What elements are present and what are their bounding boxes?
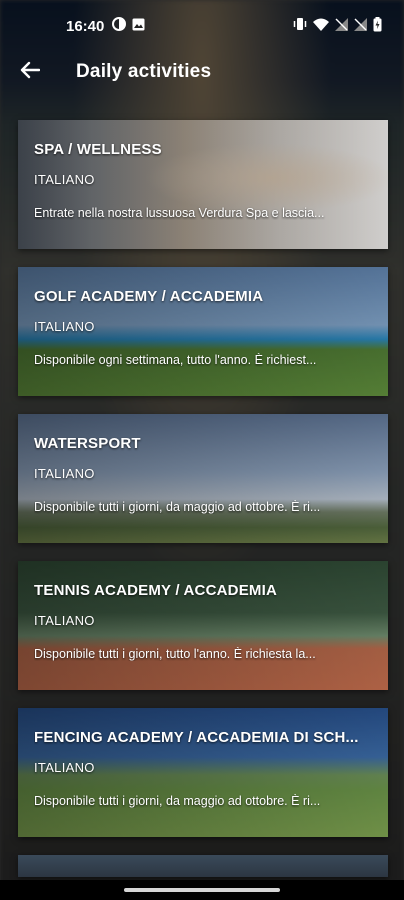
activity-image xyxy=(18,855,388,877)
activity-language: ITALIANO xyxy=(34,172,95,187)
image-icon xyxy=(132,18,145,35)
activity-description: Disponibile tutti i giorni, da maggio ad… xyxy=(34,500,321,514)
activity-description: Entrate nella nostra lussuosa Verdura Sp… xyxy=(34,206,325,220)
activity-title: SPA / WELLNESS xyxy=(34,141,162,158)
arrow-left-icon xyxy=(20,61,41,84)
half-circle-icon xyxy=(112,17,127,35)
activity-description: Disponibile tutti i giorni, da maggio ad… xyxy=(34,794,321,808)
activity-card-golf[interactable]: GOLF ACADEMY / ACCADEMIA ITALIANO Dispon… xyxy=(18,267,388,396)
activity-card-fencing[interactable]: FENCING ACADEMY / ACCADEMIA DI SCH... IT… xyxy=(18,708,388,837)
home-gesture-handle[interactable] xyxy=(124,888,280,892)
vibrate-icon xyxy=(293,17,307,35)
battery-charging-icon xyxy=(373,16,382,36)
app-bar: Daily activities xyxy=(0,52,404,92)
activity-title: GOLF ACADEMY / ACCADEMIA xyxy=(34,288,264,305)
activity-language: ITALIANO xyxy=(34,466,95,481)
activity-description: Disponibile ogni settimana, tutto l'anno… xyxy=(34,353,317,367)
signal-off-icon xyxy=(335,17,348,35)
signal-off-icon xyxy=(354,17,367,35)
activity-card-tennis[interactable]: TENNIS ACADEMY / ACCADEMIA ITALIANO Disp… xyxy=(18,561,388,690)
status-bar: 16:40 xyxy=(0,0,404,52)
activity-list[interactable]: SPA / WELLNESS ITALIANO Entrate nella no… xyxy=(18,120,388,895)
activity-language: ITALIANO xyxy=(34,760,95,775)
wifi-icon xyxy=(313,18,329,35)
activity-language: ITALIANO xyxy=(34,319,95,334)
activity-card-spa[interactable]: SPA / WELLNESS ITALIANO Entrate nella no… xyxy=(18,120,388,249)
back-button[interactable] xyxy=(18,60,42,84)
activity-card-watersport[interactable]: WATERSPORT ITALIANO Disponibile tutti i … xyxy=(18,414,388,543)
activity-title: WATERSPORT xyxy=(34,435,141,452)
status-time: 16:40 xyxy=(66,17,105,35)
activity-title: FENCING ACADEMY / ACCADEMIA DI SCH... xyxy=(34,729,359,746)
activity-title: TENNIS ACADEMY / ACCADEMIA xyxy=(34,582,277,599)
activity-description: Disponibile tutti i giorni, tutto l'anno… xyxy=(34,647,316,661)
activity-card-partial[interactable] xyxy=(18,855,388,877)
activity-language: ITALIANO xyxy=(34,613,95,628)
page-title: Daily activities xyxy=(76,61,212,82)
